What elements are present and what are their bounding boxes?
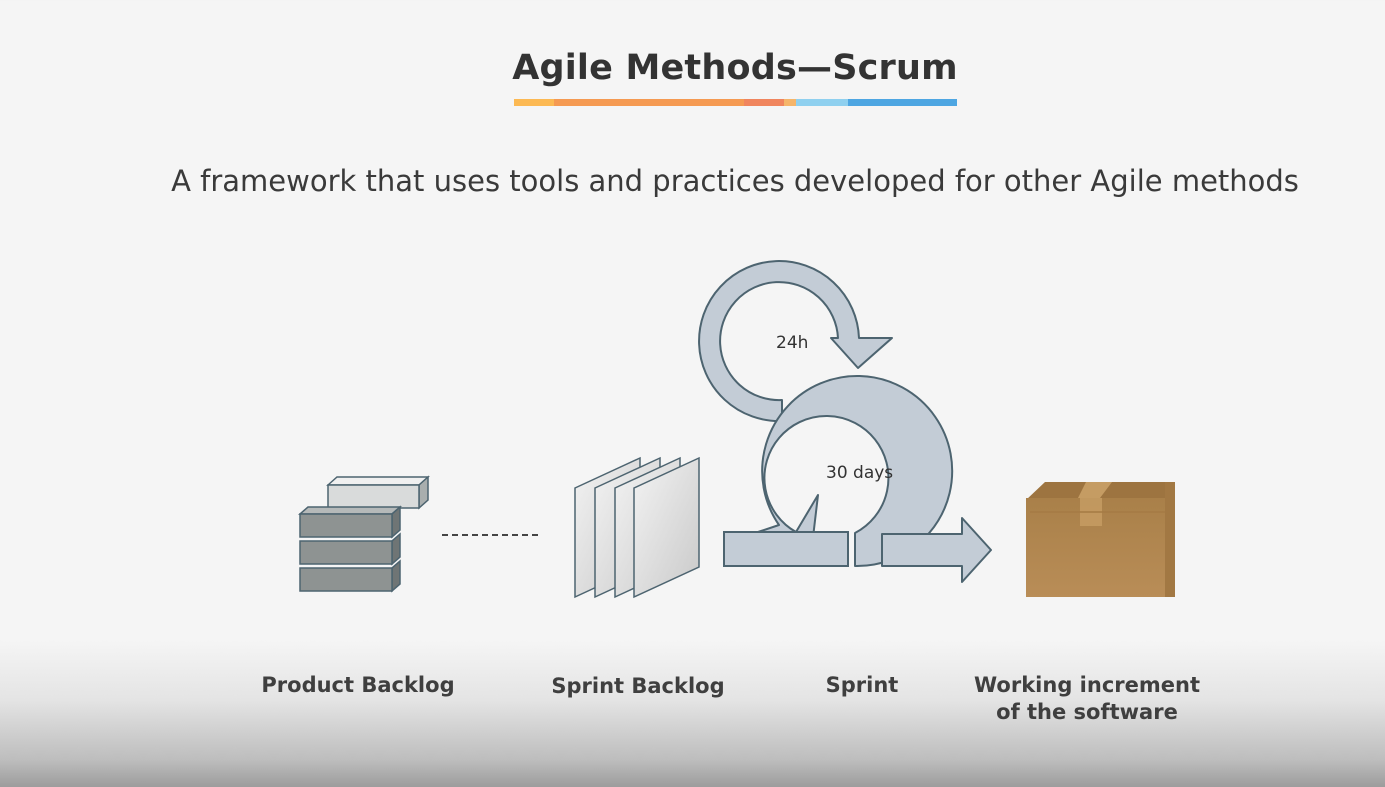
- sprint-cycle: 24h 30 days: [698, 260, 992, 583]
- scrum-diagram: 24h 30 days: [298, 260, 1175, 599]
- working-increment-line2: of the software: [996, 700, 1178, 724]
- software-increment-box: [1026, 482, 1175, 597]
- sprint-backlog-label: Sprint Backlog: [551, 674, 725, 698]
- backlog-block-top: [326, 475, 430, 510]
- product-backlog-blocks: [298, 475, 430, 593]
- backlog-block-2: [299, 532, 401, 566]
- working-increment-line1: Working increment: [974, 673, 1200, 697]
- daily-loop-label: 24h: [776, 333, 808, 353]
- sprint-backlog-sheets: [574, 456, 700, 599]
- product-backlog-label: Product Backlog: [261, 673, 455, 697]
- backlog-block-3: [299, 559, 401, 593]
- sprint-input-bar: [723, 531, 849, 567]
- sprint-label: Sprint: [825, 673, 899, 697]
- working-increment-label: Working increment of the software: [962, 672, 1212, 726]
- backlog-block-1: [298, 505, 402, 539]
- sprint-loop-label: 30 days: [826, 463, 893, 483]
